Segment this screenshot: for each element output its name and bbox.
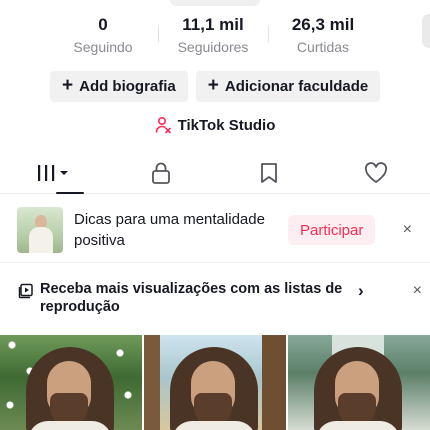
tiktok-studio-label: TikTok Studio (177, 116, 276, 134)
person-settings-icon (155, 116, 171, 134)
divider (0, 262, 430, 263)
videos-grid-icon (37, 164, 68, 181)
add-school-label: Adicionar faculdade (224, 78, 369, 95)
tiktok-studio-link[interactable]: TikTok Studio (0, 116, 430, 134)
close-icon[interactable]: × (403, 221, 412, 239)
followers-label: Seguidores (177, 39, 249, 55)
video-thumbnail[interactable] (0, 335, 142, 430)
side-handle[interactable] (422, 14, 430, 48)
following-label: Seguindo (73, 39, 133, 55)
bookmark-icon (260, 162, 277, 183)
chevron-right-icon[interactable]: › (358, 281, 364, 301)
likes-count: 26,3 mil (291, 15, 355, 34)
promo-thumbnail (17, 207, 63, 253)
profile-stats: 0 Seguindo 11,1 mil Seguidores 26,3 mil … (48, 14, 378, 58)
heart-icon (365, 161, 388, 183)
video-thumbnail[interactable] (144, 335, 286, 430)
add-bio-button[interactable]: + Add biografia (50, 71, 188, 102)
join-button[interactable]: Participar (288, 215, 376, 245)
plus-icon: + (62, 75, 74, 96)
profile-tabs (0, 152, 430, 194)
followers-count: 11,1 mil (182, 15, 244, 34)
lock-icon (152, 162, 171, 184)
tab-videos[interactable] (0, 152, 108, 194)
tab-liked[interactable] (323, 152, 430, 193)
add-bio-label: Add biografia (79, 78, 176, 95)
promo-title: Dicas para uma mentalidade positiva (74, 211, 265, 249)
stat-likes[interactable]: 26,3 mil Curtidas (268, 14, 378, 58)
likes-label: Curtidas (296, 39, 350, 55)
profile-actions: + Add biografia + Adicionar faculdade (50, 71, 381, 102)
plus-icon: + (207, 75, 219, 96)
close-icon[interactable]: × (413, 282, 422, 300)
challenge-promo: Dicas para uma mentalidade positiva Part… (17, 207, 422, 253)
playlist-icon (18, 283, 33, 299)
playlist-banner[interactable]: Receba mais visualizações com as listas … (18, 280, 422, 316)
playlist-banner-text: Receba mais visualizações com as listas … (40, 281, 343, 315)
stat-followers[interactable]: 11,1 mil Seguidores (158, 14, 268, 58)
video-grid (0, 335, 430, 430)
video-thumbnail[interactable] (288, 335, 430, 430)
tab-private[interactable] (108, 152, 216, 193)
profile-name-cutoff (0, 0, 430, 8)
add-school-button[interactable]: + Adicionar faculdade (195, 71, 381, 102)
stat-following[interactable]: 0 Seguindo (48, 14, 158, 58)
tab-saved[interactable] (215, 152, 323, 193)
following-count: 0 (98, 15, 108, 34)
